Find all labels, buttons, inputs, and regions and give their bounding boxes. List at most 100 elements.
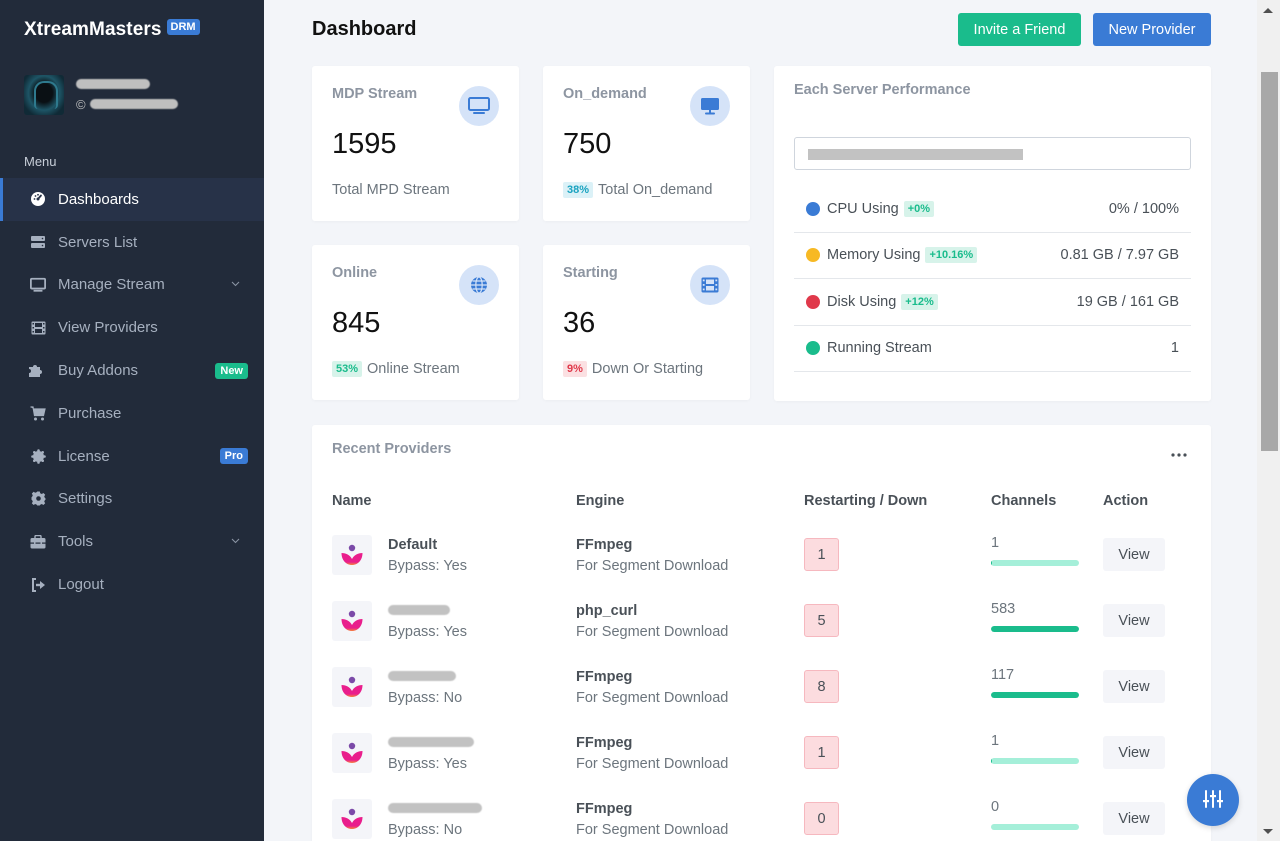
channels-progress — [991, 560, 1079, 566]
column-header-engine: Engine — [576, 493, 625, 509]
cart-icon — [30, 405, 46, 421]
percent-badge: 53% — [332, 361, 363, 377]
page-scrollbar[interactable] — [1257, 0, 1280, 841]
stat-footer-text: Online Stream — [367, 361, 460, 377]
user-profile[interactable]: © — [24, 75, 178, 115]
user-credits: © — [76, 97, 178, 112]
channels-progress — [991, 692, 1079, 698]
table-row: Bypass: No FFmpeg For Segment Download 8… — [312, 667, 1211, 733]
sidebar-item-view-providers[interactable]: View Providers — [0, 306, 264, 349]
sidebar-item-manage-stream[interactable]: Manage Stream — [0, 264, 264, 307]
channels-progress — [991, 824, 1079, 830]
view-button[interactable]: View — [1103, 538, 1165, 571]
channels-count: 1 — [991, 733, 1000, 749]
channels-progress-fill — [991, 560, 993, 566]
provider-bypass: Bypass: Yes — [388, 756, 467, 772]
new-badge: New — [215, 362, 248, 379]
sidebar-item-label: Tools — [58, 533, 94, 551]
scroll-up-arrow-icon[interactable] — [1263, 8, 1273, 13]
puzzle-icon — [27, 363, 43, 379]
view-button[interactable]: View — [1103, 736, 1165, 769]
provider-bypass: Bypass: No — [388, 690, 463, 706]
stat-card-mdp-stream: MDP Stream 1595 Total MPD Stream — [312, 66, 519, 221]
invite-friend-button[interactable]: Invite a Friend — [958, 13, 1081, 46]
perf-value: 19 GB / 161 GB — [1076, 293, 1179, 310]
status-dot — [806, 248, 820, 263]
status-dot — [806, 294, 820, 309]
sidebar-item-label: Buy Addons — [58, 362, 139, 380]
brand[interactable]: XtreamMasters DRM — [24, 19, 200, 41]
status-dot — [806, 341, 820, 356]
column-header-name: Name — [332, 493, 372, 509]
sidebar-item-servers-list[interactable]: Servers List — [0, 221, 264, 264]
sidebar-item-license[interactable]: License Pro — [0, 435, 264, 478]
column-header-restarting: Restarting / Down — [804, 493, 928, 509]
server-select[interactable] — [794, 137, 1191, 170]
page-title: Dashboard — [312, 18, 417, 40]
sidebar-item-dashboards[interactable]: Dashboards — [0, 178, 264, 221]
provider-engine: FFmpeg — [576, 801, 633, 817]
user-name-redacted — [76, 78, 150, 89]
stat-card-online: Online 845 53% Online Stream — [312, 245, 519, 400]
provider-name: Default — [388, 537, 438, 553]
sidebar-item-tools[interactable]: Tools — [0, 520, 264, 563]
table-row: Bypass: No FFmpeg For Segment Download 0… — [312, 799, 1211, 841]
table-row: Bypass: Yes FFmpeg For Segment Download … — [312, 733, 1211, 799]
sidebar-item-label: License — [58, 447, 110, 465]
scroll-down-arrow-icon[interactable] — [1263, 829, 1273, 834]
sidebar-item-label: View Providers — [58, 319, 158, 337]
provider-bypass: Bypass: Yes — [388, 624, 467, 640]
scrollbar-thumb[interactable] — [1261, 72, 1278, 451]
monitor-icon — [459, 86, 499, 126]
sidebar-item-label: Settings — [58, 490, 113, 508]
film-icon — [690, 265, 730, 305]
more-options-icon[interactable] — [1171, 441, 1187, 462]
brand-name: XtreamMasters — [24, 19, 162, 40]
sidebar-item-logout[interactable]: Logout — [0, 563, 264, 606]
sidebar-item-settings[interactable]: Settings — [0, 478, 264, 521]
view-button[interactable]: View — [1103, 604, 1165, 637]
perf-row-memory: Memory Using +10.16% 0.81 GB / 7.97 GB — [794, 233, 1191, 279]
channels-progress — [991, 626, 1079, 632]
toolbox-icon — [30, 534, 46, 550]
stat-footer: 38% Total On_demand — [563, 182, 713, 198]
desktop-icon — [690, 86, 730, 126]
sidebar-item-buy-addons[interactable]: Buy Addons New — [0, 349, 264, 392]
channels-count: 0 — [991, 799, 1000, 815]
provider-logo-icon — [332, 601, 372, 641]
provider-name-redacted — [388, 605, 450, 615]
channels-count: 1 — [991, 535, 1000, 551]
view-button[interactable]: View — [1103, 802, 1165, 835]
pro-badge: Pro — [219, 448, 248, 465]
column-header-action: Action — [1103, 493, 1149, 509]
restarting-count: 0 — [804, 802, 839, 835]
chevron-down-icon — [231, 536, 240, 547]
avatar — [24, 75, 64, 115]
menu-title: Menu — [24, 154, 57, 169]
view-button[interactable]: View — [1103, 670, 1165, 703]
perf-label: Running Stream — [827, 340, 932, 357]
table-row: Default Bypass: Yes FFmpeg For Segment D… — [312, 535, 1211, 601]
stat-title: Online — [332, 265, 378, 281]
sidebar-item-label: Manage Stream — [58, 276, 165, 294]
restarting-count: 1 — [804, 538, 839, 571]
stat-title: Starting — [563, 265, 618, 281]
stat-value: 750 — [563, 128, 612, 160]
provider-logo-icon — [332, 733, 372, 773]
provider-engine-sub: For Segment Download — [576, 624, 729, 640]
channels-progress — [991, 758, 1079, 764]
chevron-down-icon — [231, 279, 240, 290]
sidebar-item-label: Dashboards — [58, 190, 139, 208]
customizer-button[interactable] — [1187, 774, 1239, 826]
channels-count: 583 — [991, 601, 1016, 617]
stat-footer-text: Total On_demand — [598, 182, 713, 198]
restarting-count: 8 — [804, 670, 839, 703]
provider-name-redacted — [388, 671, 456, 681]
sidebar-item-label: Purchase — [58, 404, 122, 422]
perf-label: Disk Using — [827, 293, 897, 310]
new-provider-button[interactable]: New Provider — [1093, 13, 1211, 46]
card-title: Each Server Performance — [794, 82, 971, 98]
provider-engine-sub: For Segment Download — [576, 756, 729, 772]
sidebar-item-purchase[interactable]: Purchase — [0, 392, 264, 435]
logout-icon — [30, 577, 46, 593]
